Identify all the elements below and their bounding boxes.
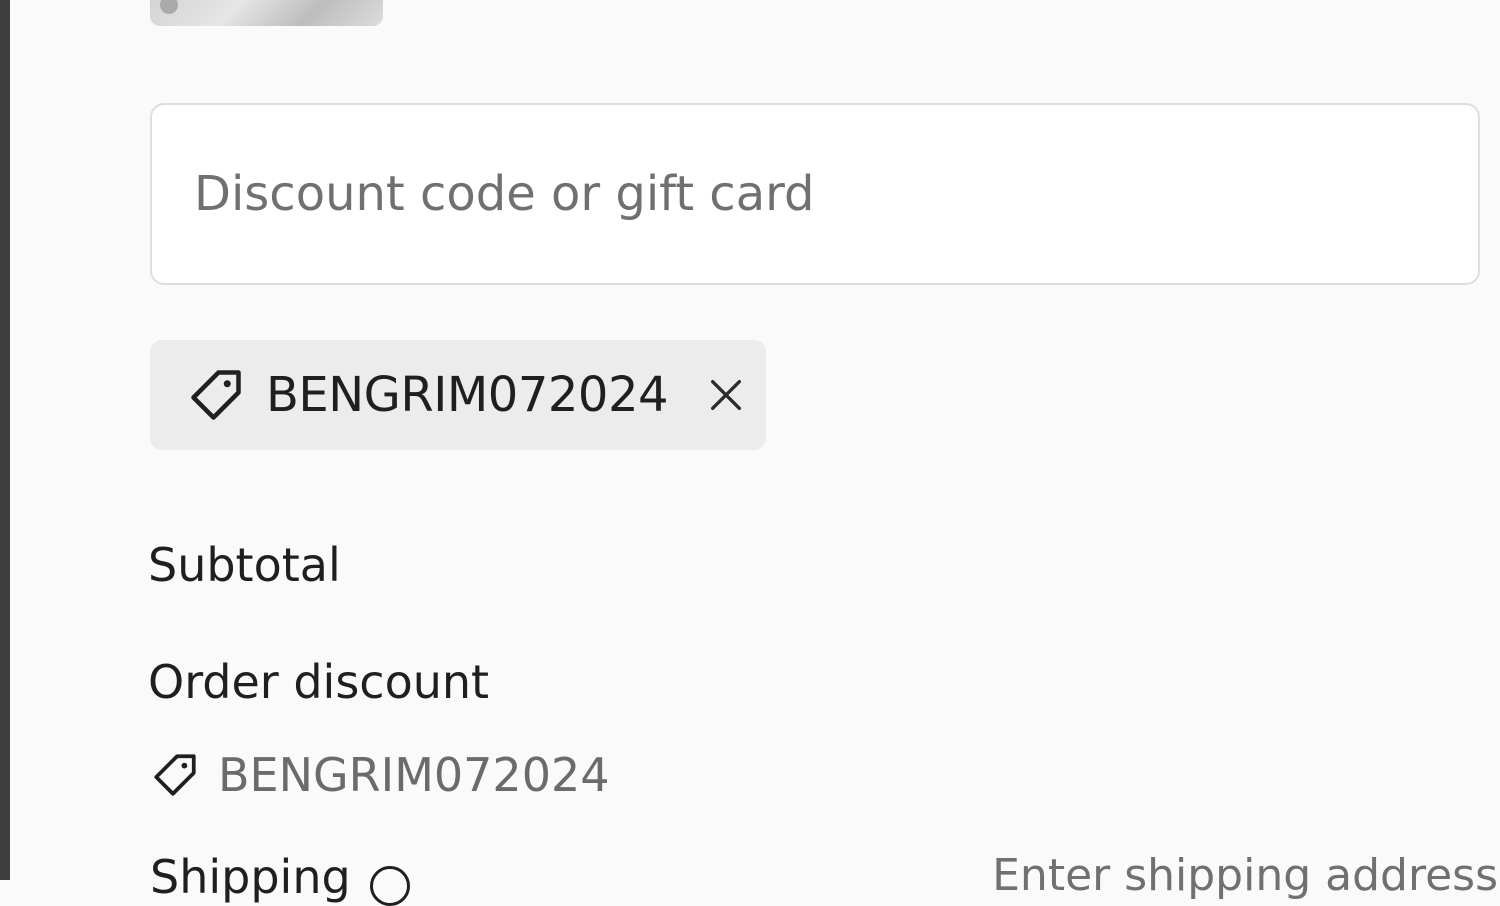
- discount-code-input[interactable]: [150, 103, 1480, 285]
- close-icon: [711, 380, 742, 410]
- applied-discount-code: BENGRIM072024: [266, 367, 669, 423]
- order-discount-label: Order discount: [148, 655, 490, 709]
- product-thumbnail: [150, 0, 383, 26]
- applied-discount-chip: BENGRIM072024: [150, 340, 766, 450]
- shipping-label: Shipping: [150, 850, 351, 904]
- info-icon[interactable]: [370, 866, 410, 906]
- tag-icon: [154, 754, 196, 796]
- thumbnail-detail: [160, 0, 178, 14]
- tag-icon: [191, 370, 241, 420]
- order-discount-code-row: BENGRIM072024: [150, 748, 610, 802]
- window-edge: [0, 0, 10, 880]
- subtotal-label: Subtotal: [148, 538, 341, 592]
- order-discount-code: BENGRIM072024: [218, 748, 610, 802]
- shipping-status: Enter shipping address: [992, 850, 1498, 901]
- remove-discount-button[interactable]: [702, 371, 750, 419]
